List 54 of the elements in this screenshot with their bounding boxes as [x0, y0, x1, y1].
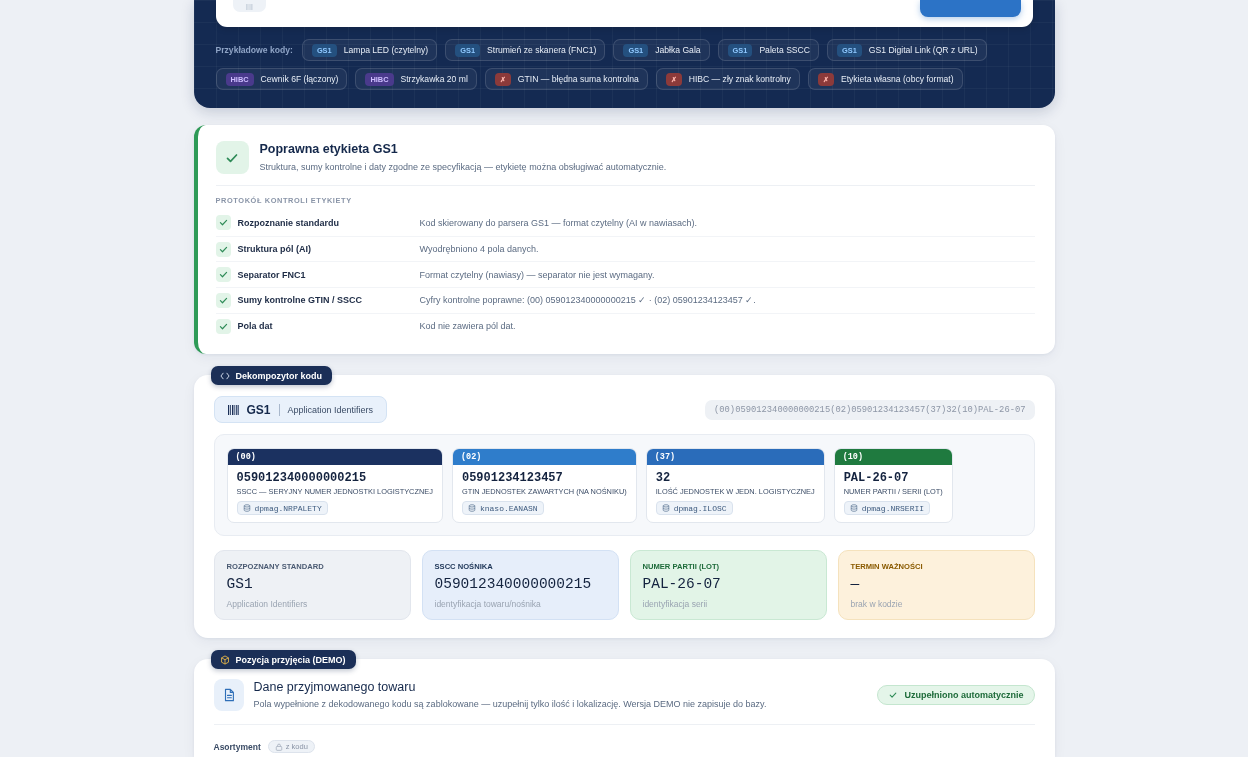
raw-code: (00)059012340000000215(02)05901234123457(37)32(10)PAL-26-07 — [705, 399, 1035, 420]
section-title: Pozycja przyjęcia (DEMO) — [235, 654, 346, 665]
field-name: dpmag.ILOSC — [673, 503, 727, 513]
examples-label: Przykładowe kody: — [215, 45, 293, 55]
document-icon — [213, 679, 244, 712]
check-label: Sumy kontrolne GTIN / SSCC — [237, 295, 363, 306]
segment-header: (37) — [646, 449, 824, 466]
database-icon — [242, 504, 251, 513]
segment-header: (00) — [227, 449, 442, 466]
summary-note: identyfikacja serii — [642, 599, 709, 611]
summary-note: brak w kodzie — [850, 599, 904, 611]
reception-title: Dane przyjmowanego towaru — [253, 680, 417, 696]
code-input-field[interactable] — [215, 0, 1033, 27]
standard-description: Application Identifiers — [287, 404, 374, 415]
summary-value: PAL-26-07 — [642, 575, 722, 595]
segment-value: 05901234123457 — [461, 471, 564, 487]
check-label: Rozpoznanie standardu — [237, 217, 340, 228]
field-name: dpmag.NRPALETY — [254, 503, 322, 513]
segment-header: (10) — [834, 449, 952, 466]
barcode-icon — [232, 0, 266, 12]
summary-note: Application Identifiers — [226, 599, 309, 611]
check-detail: Kod nie zawiera pól dat. — [419, 321, 517, 332]
segment-header: (02) — [452, 449, 636, 466]
field-label: Asortyment — [213, 741, 261, 752]
check-icon — [888, 690, 899, 701]
check-detail: Format czytelny (nawiasy) — separator nie jest wymagany. — [419, 269, 656, 280]
reception-description: Pola wypełnione z dekodowanego kodu są zablokowane — uzupełnij tylko ilość i lokalizację. Wersja DEMO nie zapisuje do bazy. — [253, 699, 767, 711]
segment-value: PAL-26-07 — [843, 471, 910, 487]
barcode-icon — [227, 404, 239, 415]
cube-icon — [219, 654, 230, 665]
primary-button[interactable] — [919, 0, 1021, 17]
check-label: Struktura pól (AI) — [237, 244, 312, 255]
database-icon — [661, 504, 670, 513]
validation-title: Poprawna etykieta GS1 — [259, 142, 399, 157]
standard-name: GS1 — [246, 402, 271, 417]
database-icon — [467, 504, 476, 513]
summary-value: — — [850, 575, 861, 595]
check-detail: Kod skierowany do parsera GS1 — format czytelny (AI w nawiasach). — [419, 217, 699, 228]
code-icon — [219, 370, 230, 381]
summary-value: 059012340000000215 — [434, 575, 593, 595]
database-icon — [849, 504, 858, 513]
summary-note: identyfikacja towaru/nośnika — [434, 599, 542, 611]
check-detail: Wyodrębniono 4 pola danych. — [419, 244, 540, 255]
summary-value: GS1 — [226, 575, 254, 595]
segment-value: 32 — [655, 471, 672, 487]
field-name: knaso.EANASN — [479, 503, 538, 513]
check-detail: Cyfry kontrolne poprawne: (00) 059012340000000215 ✓ · (02) 05901234123457 ✓. — [419, 295, 757, 306]
section-title: Dekompozytor kodu — [235, 370, 322, 381]
status-text: Uzupełniono automatycznie — [904, 690, 1024, 701]
validation-summary: Struktura, sumy kontrolne i daty zgodne ze specyfikacją — etykietę można obsługiwać automatycznie. — [259, 162, 667, 173]
segment-value: 059012340000000215 — [236, 471, 368, 487]
check-label: Separator FNC1 — [237, 269, 307, 280]
field-name: dpmag.NRSERII — [861, 503, 925, 513]
check-label: Pola dat — [237, 321, 274, 332]
